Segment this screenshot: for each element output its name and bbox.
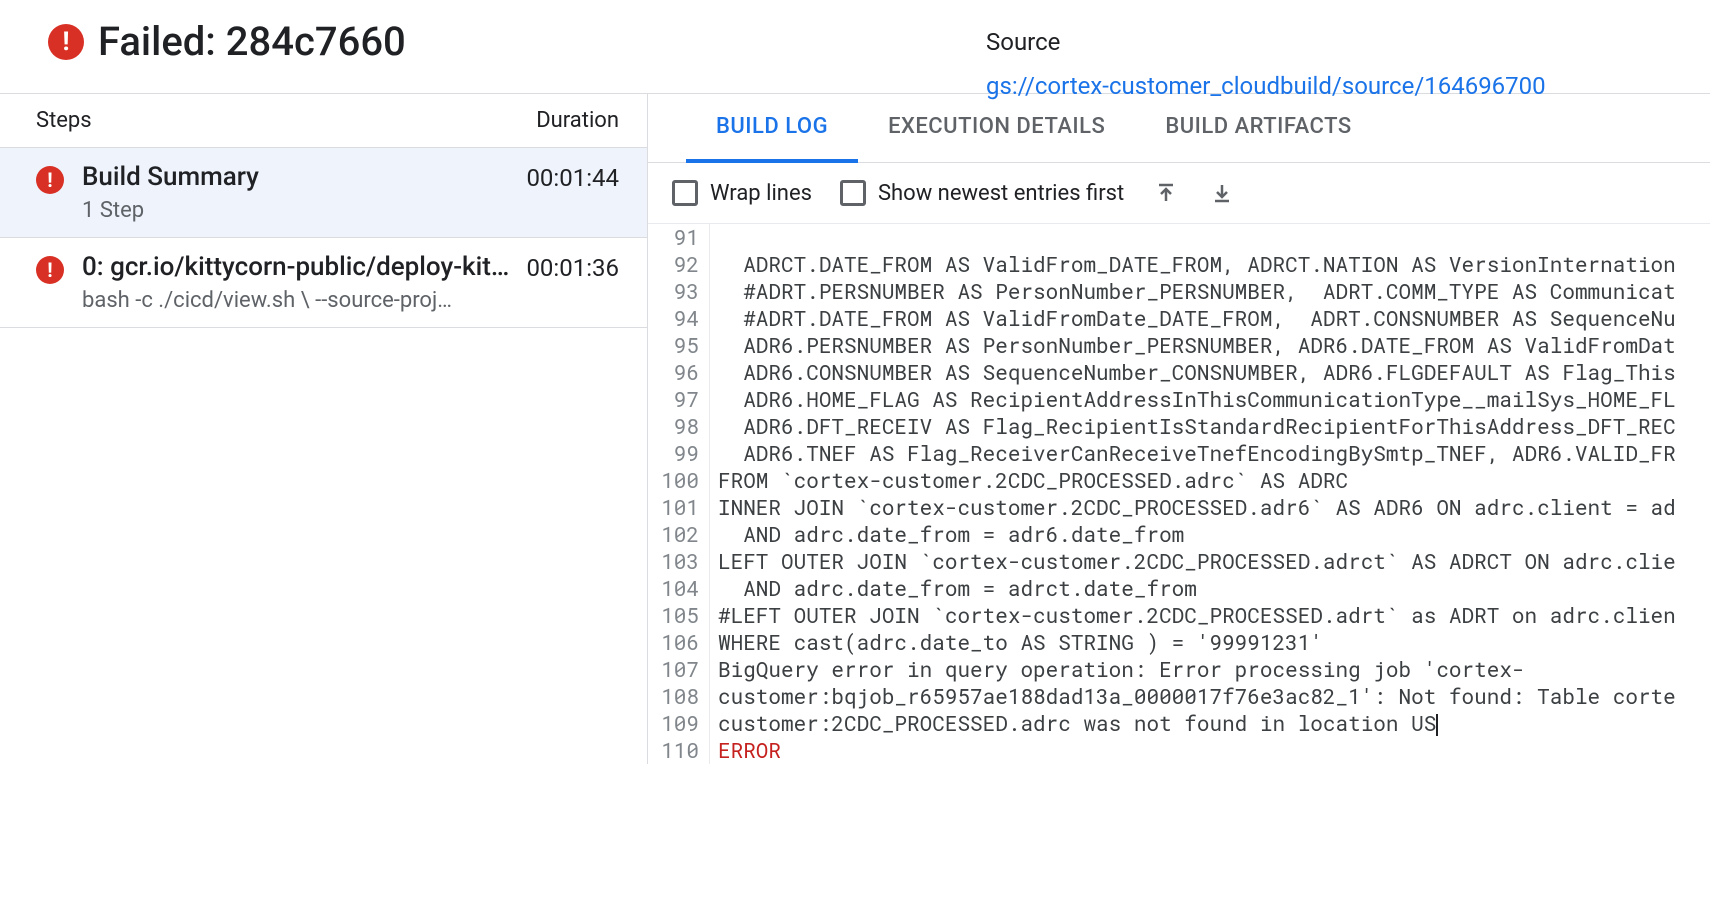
log-line-number: 104	[648, 575, 710, 602]
step-duration: 00:01:36	[526, 254, 619, 282]
tabs: BUILD LOG EXECUTION DETAILS BUILD ARTIFA…	[648, 94, 1710, 163]
log-line: 94 #ADRT.DATE_FROM AS ValidFromDate_DATE…	[648, 305, 1710, 332]
error-icon: !	[36, 256, 64, 284]
log-line-number: 110	[648, 737, 710, 764]
log-line-number: 105	[648, 602, 710, 629]
build-summary-row[interactable]: ! Build Summary 1 Step 00:01:44	[0, 148, 647, 238]
log-line-number: 106	[648, 629, 710, 656]
log-line-number: 108	[648, 683, 710, 710]
log-line-text: AND adrc.date_from = adr6.date_from	[718, 521, 1184, 548]
log-line-text: LEFT OUTER JOIN `cortex-customer.2CDC_PR…	[718, 548, 1676, 575]
checkbox-icon	[840, 180, 866, 206]
log-line-number: 99	[648, 440, 710, 467]
log-line-text: AND adrc.date_from = adrct.date_from	[718, 575, 1197, 602]
summary-subtitle: 1 Step	[82, 198, 514, 223]
log-line-text: BigQuery error in query operation: Error…	[718, 656, 1525, 683]
tab-build-log[interactable]: BUILD LOG	[686, 94, 858, 163]
log-line: 104 AND adrc.date_from = adrct.date_from	[648, 575, 1710, 602]
log-line-text: ADR6.DFT_RECEIV AS Flag_RecipientIsStand…	[718, 413, 1676, 440]
log-line-number: 96	[648, 359, 710, 386]
log-line: 108 customer:bqjob_r65957ae188dad13a_0000…	[648, 683, 1710, 710]
steps-header: Steps Duration	[0, 94, 647, 148]
log-line-text: FROM `cortex-customer.2CDC_PROCESSED.adr…	[718, 467, 1348, 494]
log-line: 95 ADR6.PERSNUMBER AS PersonNumber_PERSN…	[648, 332, 1710, 359]
checkbox-icon	[672, 180, 698, 206]
step-row[interactable]: ! 0: gcr.io/kittycorn-public/deploy-kitt…	[0, 238, 647, 328]
duration-column-header: Duration	[536, 108, 619, 133]
show-newest-checkbox[interactable]: Show newest entries first	[840, 180, 1124, 206]
log-line: 93 #ADRT.PERSNUMBER AS PersonNumber_PERS…	[648, 278, 1710, 305]
log-line-text: ADR6.HOME_FLAG AS RecipientAddressInThis…	[718, 386, 1676, 413]
wrap-lines-label: Wrap lines	[710, 181, 812, 206]
log-line-text: ADR6.CONSNUMBER AS SequenceNumber_CONSNU…	[718, 359, 1676, 386]
log-line-number: 102	[648, 521, 710, 548]
log-line: 99 ADR6.TNEF AS Flag_ReceiverCanReceiveT…	[648, 440, 1710, 467]
log-line: 98 ADR6.DFT_RECEIV AS Flag_RecipientIsSt…	[648, 413, 1710, 440]
log-line-number: 97	[648, 386, 710, 413]
log-line-number: 92	[648, 251, 710, 278]
log-line-number: 94	[648, 305, 710, 332]
log-line: 96 ADR6.CONSNUMBER AS SequenceNumber_CON…	[648, 359, 1710, 386]
log-line-number: 107	[648, 656, 710, 683]
summary-title: Build Summary	[82, 162, 514, 192]
wrap-lines-checkbox[interactable]: Wrap lines	[672, 180, 812, 206]
log-line-number: 109	[648, 710, 710, 737]
log-line-number: 98	[648, 413, 710, 440]
log-line-text: #ADRT.PERSNUMBER AS PersonNumber_PERSNUM…	[718, 278, 1676, 305]
log-line: 101 INNER JOIN `cortex-customer.2CDC_PROC…	[648, 494, 1710, 521]
source-link[interactable]: gs://cortex-customer_cloudbuild/source/1…	[986, 72, 1546, 100]
log-line-text: INNER JOIN `cortex-customer.2CDC_PROCESS…	[718, 494, 1676, 521]
tab-execution-details[interactable]: EXECUTION DETAILS	[858, 94, 1135, 162]
log-line: 105 #LEFT OUTER JOIN `cortex-customer.2CD…	[648, 602, 1710, 629]
step-title: 0: gcr.io/kittycorn-public/deploy-kitty…	[82, 252, 514, 282]
error-icon: !	[36, 166, 64, 194]
log-line-text: #LEFT OUTER JOIN `cortex-customer.2CDC_P…	[718, 602, 1676, 629]
log-output[interactable]: 9192 ADRCT.DATE_FROM AS ValidFrom_DATE_F…	[648, 224, 1710, 764]
scroll-top-icon[interactable]	[1152, 179, 1180, 207]
log-line: 102 AND adrc.date_from = adr6.date_from	[648, 521, 1710, 548]
steps-panel: Steps Duration ! Build Summary 1 Step 00…	[0, 94, 648, 764]
steps-column-header: Steps	[36, 108, 536, 133]
log-line: 103 LEFT OUTER JOIN `cortex-customer.2CDC…	[648, 548, 1710, 575]
log-line-text: #ADRT.DATE_FROM AS ValidFromDate_DATE_FR…	[718, 305, 1676, 332]
log-line-text: ADR6.TNEF AS Flag_ReceiverCanReceiveTnef…	[718, 440, 1676, 467]
source-label: Source	[986, 28, 1546, 56]
summary-duration: 00:01:44	[526, 164, 619, 192]
step-subtitle: bash -c ./cicd/view.sh \ --source-proj…	[82, 288, 514, 313]
log-line: 109 customer:2CDC_PROCESSED.adrc was not …	[648, 710, 1710, 737]
log-line: 91	[648, 224, 1710, 251]
log-line-text: WHERE cast(adrc.date_to AS STRING ) = '9…	[718, 629, 1323, 656]
page-title: Failed: 284c7660	[98, 18, 406, 65]
log-line: 106 WHERE cast(adrc.date_to AS STRING ) =…	[648, 629, 1710, 656]
log-line: 107 BigQuery error in query operation: Er…	[648, 656, 1710, 683]
log-line: 100 FROM `cortex-customer.2CDC_PROCESSED.…	[648, 467, 1710, 494]
log-toolbar: Wrap lines Show newest entries first	[648, 163, 1710, 224]
log-line-text: customer:bqjob_r65957ae188dad13a_0000017…	[718, 683, 1676, 710]
tab-build-artifacts[interactable]: BUILD ARTIFACTS	[1135, 94, 1381, 162]
log-line: 97 ADR6.HOME_FLAG AS RecipientAddressInT…	[648, 386, 1710, 413]
log-line-number: 101	[648, 494, 710, 521]
log-line-text: ERROR	[718, 737, 781, 764]
log-line-number: 95	[648, 332, 710, 359]
log-line: 110 ERROR	[648, 737, 1710, 764]
log-line-number: 91	[648, 224, 710, 251]
download-icon[interactable]	[1208, 179, 1236, 207]
log-line-text: customer:2CDC_PROCESSED.adrc was not fou…	[718, 710, 1438, 737]
show-newest-label: Show newest entries first	[878, 181, 1124, 206]
source-section: Source gs://cortex-customer_cloudbuild/s…	[986, 28, 1546, 100]
log-line-text: ADR6.PERSNUMBER AS PersonNumber_PERSNUMB…	[718, 332, 1676, 359]
log-line: 92 ADRCT.DATE_FROM AS ValidFrom_DATE_FRO…	[648, 251, 1710, 278]
error-icon: !	[48, 24, 84, 60]
log-line-number: 103	[648, 548, 710, 575]
log-line-text: ADRCT.DATE_FROM AS ValidFrom_DATE_FROM, …	[718, 251, 1676, 278]
log-line-number: 93	[648, 278, 710, 305]
log-line-number: 100	[648, 467, 710, 494]
log-panel: BUILD LOG EXECUTION DETAILS BUILD ARTIFA…	[648, 94, 1710, 764]
